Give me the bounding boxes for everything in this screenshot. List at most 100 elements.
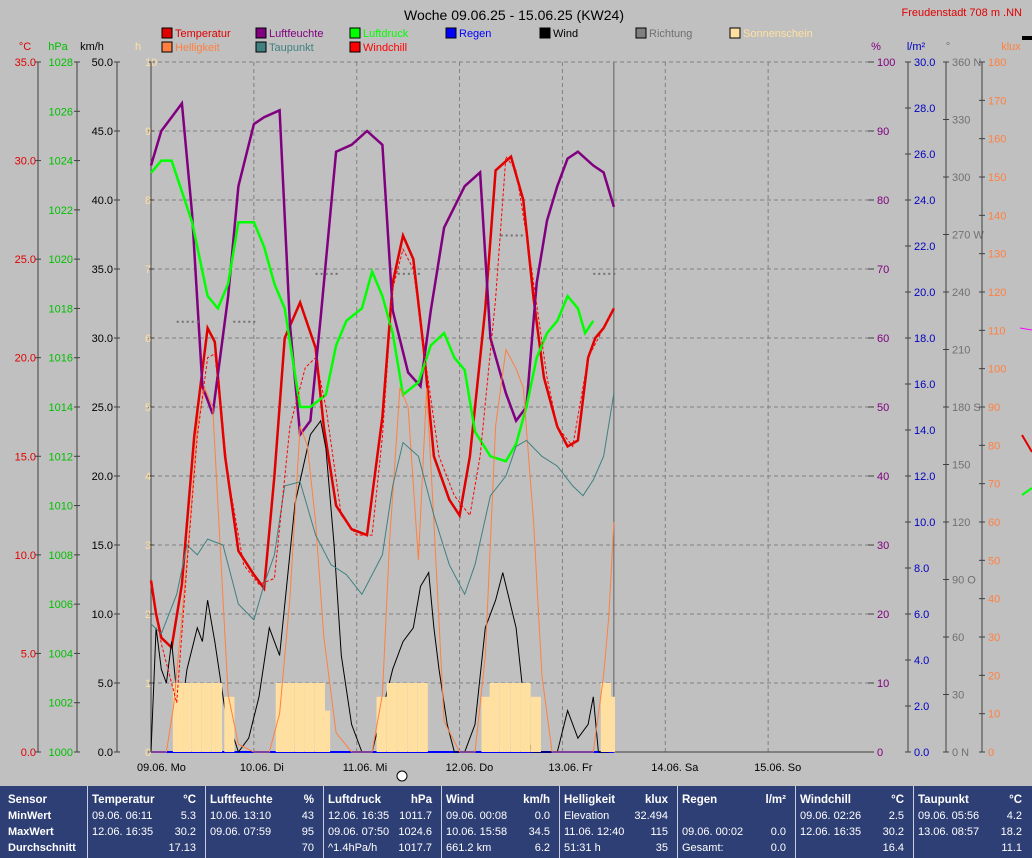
stat-time: 10.06. 15:58 (446, 826, 508, 838)
tick-label-wind: 5.0 (98, 678, 113, 690)
legend-label: Luftfeuchte (269, 28, 323, 40)
time-marker-icon (396, 770, 408, 782)
column-separator (205, 786, 206, 858)
tick-label-direction: 0 N (952, 747, 969, 759)
direction-dot (593, 272, 596, 275)
legend-item-helligkeit: Helligkeit (161, 41, 220, 54)
tick-label-wind: 30.0 (92, 333, 113, 345)
direction-dot (407, 272, 410, 275)
axis-direction: 360 N 330 300 270 W 240 210 180 S 150 120 90 O 60 3… (943, 41, 984, 759)
station-label: Freudenstadt 708 m .NN (902, 7, 1023, 19)
row-label-sensor: Sensor (8, 794, 47, 806)
legend-label: Helligkeit (175, 42, 220, 54)
stat-time: ^1.4hPa/h (328, 842, 378, 854)
tick-label-wind: 50.0 (92, 57, 113, 69)
stat-unit: l/m² (765, 794, 786, 806)
stat-value: 6.2 (534, 842, 550, 854)
unit-label-direction: ° (946, 41, 950, 53)
stat-value: 70 (301, 842, 314, 854)
stat-unit: °C (1009, 794, 1022, 806)
tick-label-wind: 45.0 (92, 126, 113, 138)
tick-label-direction: 300 (952, 172, 970, 184)
unit-label-temp: °C (19, 41, 31, 53)
direction-dot (515, 234, 518, 237)
direction-dot (417, 272, 420, 275)
tick-label-lux: 180 (988, 57, 1006, 69)
stat-value: 0.0 (534, 810, 550, 822)
tick-label-lux: 50 (988, 555, 1000, 567)
stat-value: 17.13 (168, 842, 196, 854)
stat-value: 18.2 (1000, 826, 1022, 838)
tick-label-lux: 90 (988, 402, 1000, 414)
tick-label-direction: 30 (952, 690, 964, 702)
unit-label-wind: km/h (80, 41, 104, 53)
tick-label-direction: 150 (952, 460, 970, 472)
legend-swatch (539, 27, 551, 39)
tick-label-lux: 160 (988, 134, 1006, 146)
stat-time: 10.06. 13:10 (210, 810, 272, 822)
axis-rain: 30.0 28.0 26.0 24.0 22.0 20.0 18.0 16.0 14.0 12.0… (905, 41, 935, 759)
edge-trace (1019, 327, 1032, 331)
tick-label-rain: 4.0 (914, 655, 929, 667)
tick-label-rain: 24.0 (914, 195, 935, 207)
stat-value: 115 (650, 826, 668, 838)
tick-label-pressure: 1014 (49, 402, 73, 414)
direction-dot (238, 320, 241, 323)
stat-unit: hPa (410, 794, 432, 806)
tick-label-sun: 9 (145, 126, 151, 138)
stats-table: Sensor MinWert MaxWert Durchschnitt Temp… (0, 786, 1032, 858)
stat-time: 09.06. 00:02 (682, 826, 744, 838)
tick-label-humidity: 90 (877, 126, 889, 138)
stat-value: 2.5 (888, 810, 904, 822)
stat-unit: °C (891, 794, 904, 806)
edge-trace (1021, 434, 1032, 453)
direction-dot (397, 272, 400, 275)
stat-value: 1017.7 (398, 842, 432, 854)
x-label: 15.06. So (754, 762, 801, 774)
x-label: 11.06. Mi (343, 762, 387, 774)
column-separator (323, 786, 324, 858)
stat-time: 51:31 h (564, 842, 601, 854)
tick-label-temp: 30.0 (15, 156, 36, 168)
stat-value: 95 (301, 826, 314, 838)
stat-unit: % (303, 794, 314, 806)
tick-label-pressure: 1028 (49, 57, 73, 69)
legend-label: Windchill (363, 42, 407, 54)
stat-time: 09.06. 07:50 (328, 826, 390, 838)
tick-label-pressure: 1006 (49, 599, 73, 611)
axis-humidity: 1009080706050403020100% (868, 41, 895, 759)
tick-label-direction: 270 W (952, 230, 984, 242)
legend-item-luftdruck: Luftdruck (349, 27, 409, 40)
direction-dot (510, 234, 513, 237)
legend-swatch (729, 27, 741, 39)
stat-time: 11.06. 12:40 (564, 826, 625, 838)
stat-time: 09.06. 00:08 (446, 810, 508, 822)
tick-label-rain: 12.0 (914, 471, 935, 483)
tick-label-humidity: 60 (877, 333, 889, 345)
stat-value: 16.4 (882, 842, 904, 854)
direction-dot (191, 320, 194, 323)
unit-label-pressure: hPa (48, 41, 68, 53)
legend-label: Taupunkt (269, 42, 314, 54)
tick-label-rain: 18.0 (914, 333, 935, 345)
direction-dot (243, 320, 246, 323)
tick-label-lux: 60 (988, 517, 1000, 529)
direction-dot (248, 320, 251, 323)
legend-label: Richtung (649, 28, 692, 40)
column-separator (795, 786, 796, 858)
legend-swatch (255, 41, 267, 53)
stat-value: 0.0 (770, 842, 786, 854)
stat-value: 35 (655, 842, 668, 854)
legend-swatch (161, 27, 173, 39)
stat-value: 4.2 (1006, 810, 1022, 822)
tick-label-temp: 20.0 (15, 353, 36, 365)
direction-dot (330, 272, 333, 275)
tick-label-pressure: 1002 (49, 698, 73, 710)
stat-unit: klux (644, 794, 668, 806)
legend-item-regen: Regen (445, 27, 491, 40)
tick-label-direction: 60 (952, 632, 964, 644)
stat-time: 12.06. 16:35 (92, 826, 154, 838)
tick-label-pressure: 1008 (49, 550, 73, 562)
direction-dot (176, 320, 179, 323)
row-label-max: MaxWert (8, 826, 54, 838)
